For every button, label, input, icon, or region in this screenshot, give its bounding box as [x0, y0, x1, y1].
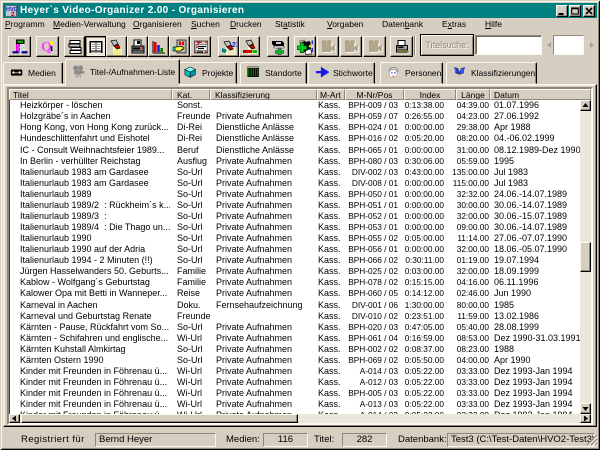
- svg-text:?: ?: [195, 40, 200, 51]
- svg-text:2: 2: [11, 11, 15, 17]
- svg-text:90: 90: [243, 49, 247, 53]
